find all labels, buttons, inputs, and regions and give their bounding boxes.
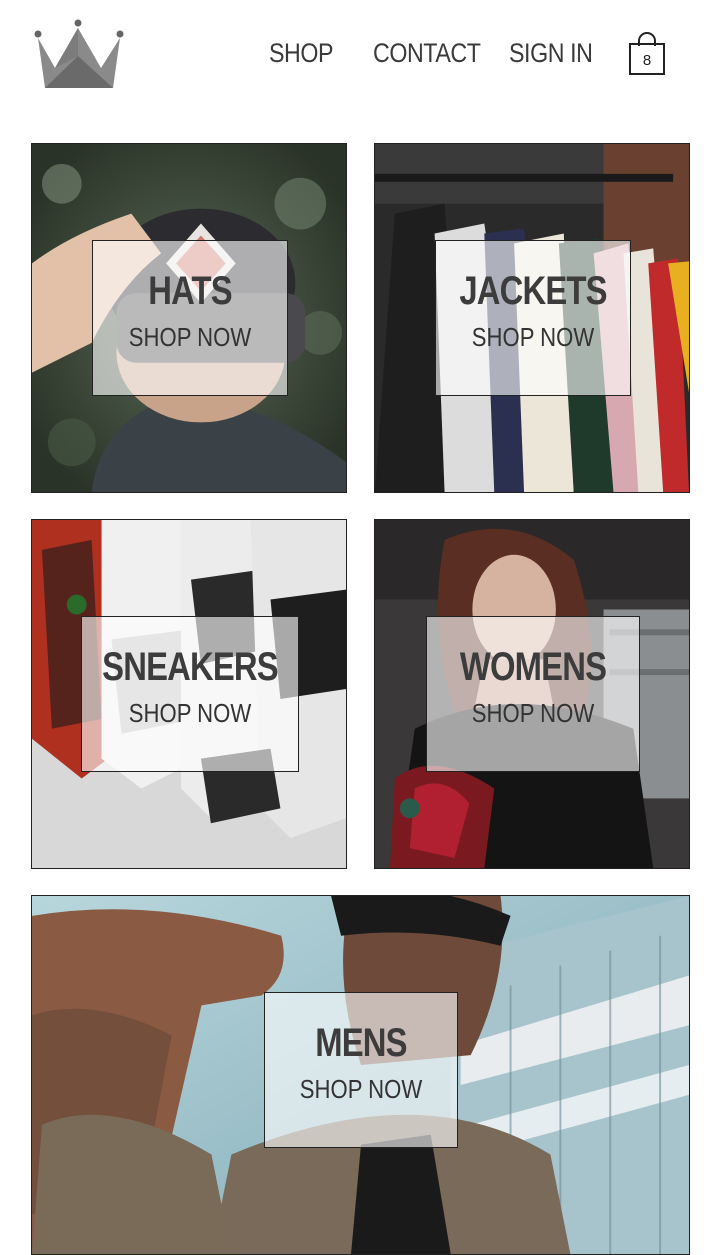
category-tile-sneakers[interactable]: SNEAKERS SHOP NOW <box>31 519 347 869</box>
category-title: SNEAKERS <box>102 645 279 689</box>
cart-button[interactable]: 8 <box>626 32 668 78</box>
category-title: WOMENS <box>459 645 607 689</box>
category-overlay[interactable]: JACKETS SHOP NOW <box>435 240 631 396</box>
category-tile-hats[interactable]: HATS SHOP NOW <box>31 143 347 493</box>
category-title: MENS <box>315 1021 407 1065</box>
nav-contact-link[interactable]: CONTACT <box>373 38 481 69</box>
category-overlay[interactable]: MENS SHOP NOW <box>264 992 458 1148</box>
crown-icon <box>34 19 124 88</box>
category-overlay[interactable]: HATS SHOP NOW <box>92 240 288 396</box>
shop-now-link[interactable]: SHOP NOW <box>279 1074 442 1105</box>
category-overlay[interactable]: WOMENS SHOP NOW <box>426 616 640 772</box>
category-tile-mens[interactable]: MENS SHOP NOW <box>31 895 690 1255</box>
category-tile-jackets[interactable]: JACKETS SHOP NOW <box>374 143 690 493</box>
shop-now-link[interactable]: SHOP NOW <box>443 698 623 729</box>
category-title: JACKETS <box>459 269 607 313</box>
shop-now-link[interactable]: SHOP NOW <box>98 698 282 729</box>
category-overlay[interactable]: SNEAKERS SHOP NOW <box>81 616 299 772</box>
site-header: SHOP CONTACT SIGN IN 8 <box>0 0 720 110</box>
nav-sign-in-link[interactable]: SIGN IN <box>509 38 593 69</box>
category-tile-womens[interactable]: WOMENS SHOP NOW <box>374 519 690 869</box>
cart-count: 8 <box>642 52 652 69</box>
category-title: HATS <box>148 269 232 313</box>
nav-shop-link[interactable]: SHOP <box>269 38 334 69</box>
crown-logo[interactable] <box>33 18 125 90</box>
shop-now-link[interactable]: SHOP NOW <box>108 322 273 353</box>
shop-now-link[interactable]: SHOP NOW <box>451 322 616 353</box>
